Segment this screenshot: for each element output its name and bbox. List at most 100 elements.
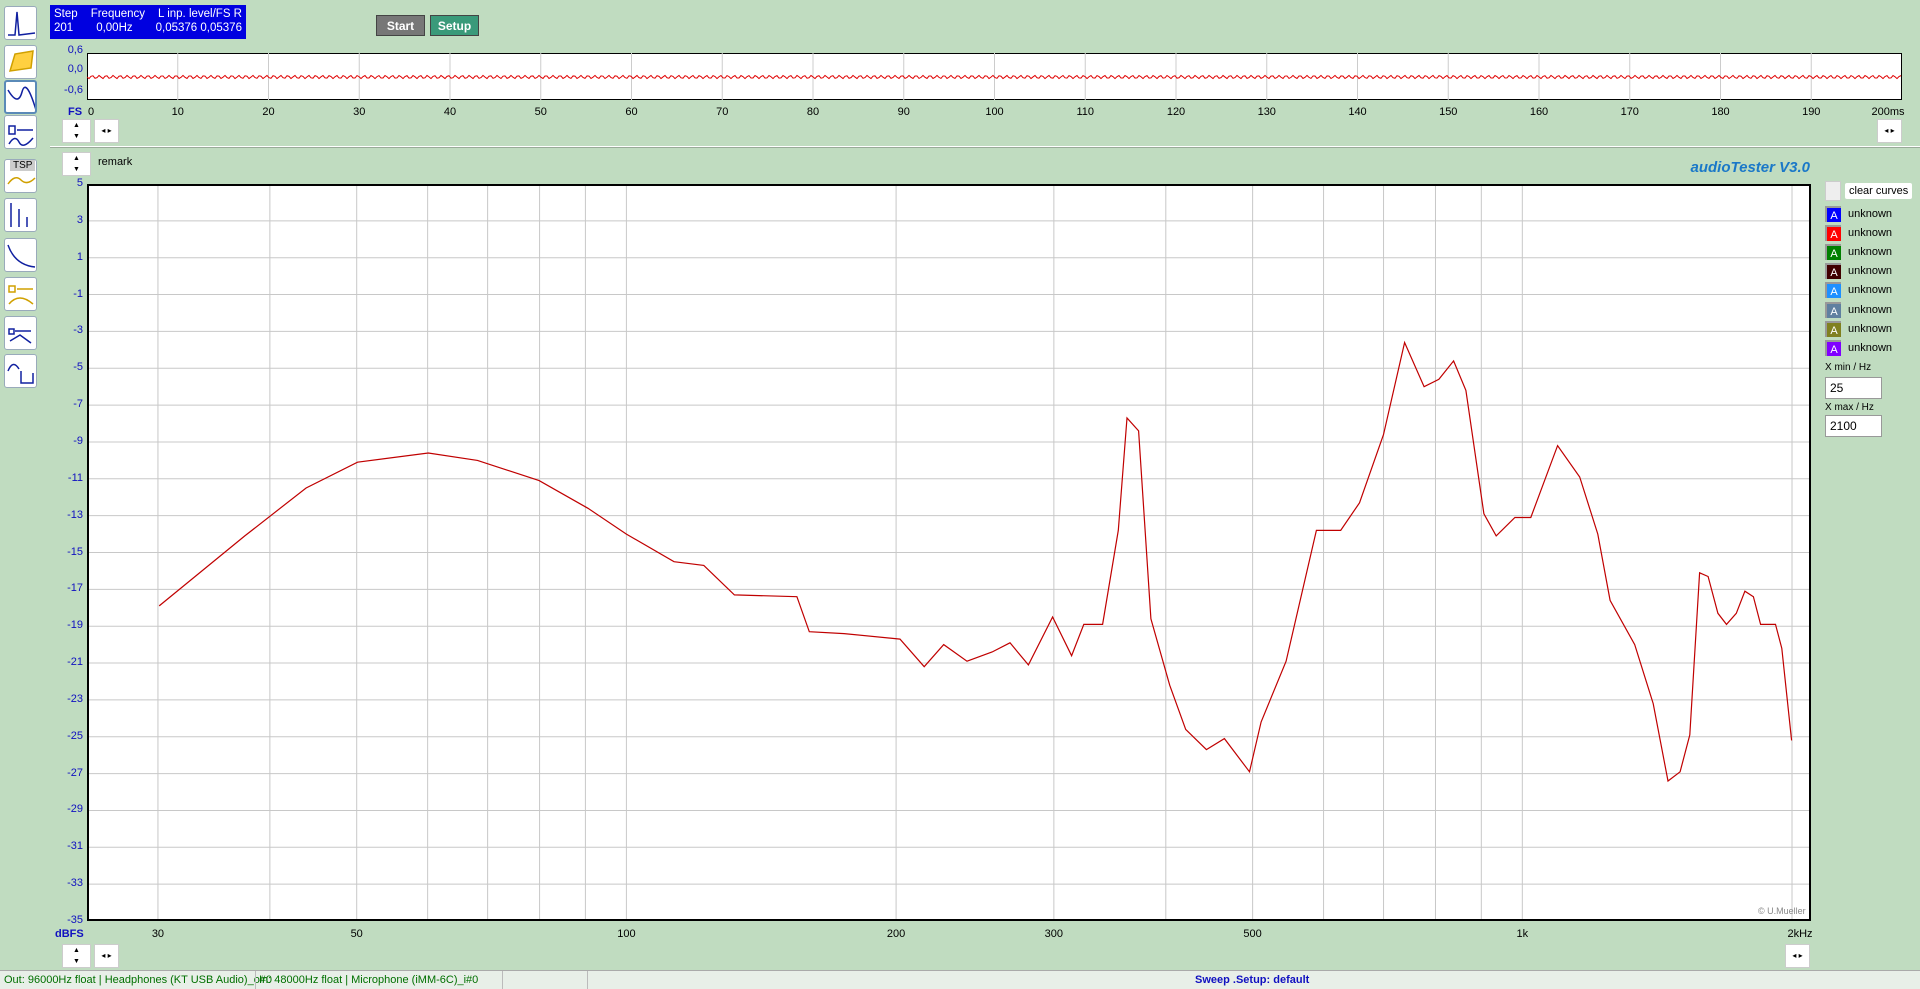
- scope-x-tick-label: 70: [716, 106, 729, 118]
- waterfall-icon[interactable]: [4, 45, 37, 79]
- x-tick-label: 30: [151, 928, 165, 940]
- legend-label: unknown: [1848, 207, 1893, 220]
- input-device-status: In: 48000Hz float | Microphone (iMM-6C)_…: [259, 974, 479, 986]
- scope-x-tick-label: 200ms: [1871, 106, 1905, 118]
- x-tick-label: 50: [350, 928, 363, 940]
- curve-color-swatch[interactable]: A: [1825, 205, 1841, 222]
- chart-x-scroll[interactable]: ◂ ▸: [94, 944, 119, 968]
- curve-color-swatch[interactable]: A: [1825, 263, 1841, 280]
- xmin-input[interactable]: [1825, 377, 1882, 399]
- app-title: audioTester V3.0: [1690, 159, 1811, 176]
- y-tick-label: 1: [76, 250, 83, 263]
- scope-x-scroll[interactable]: ◂ ▸: [94, 119, 119, 143]
- y-tick-label: -19: [67, 619, 83, 632]
- legend-item[interactable]: Aunknown: [1825, 339, 1892, 356]
- y-tick-label: -7: [73, 398, 83, 411]
- remark-spinner[interactable]: ▲ ▼: [62, 152, 91, 176]
- curve-color-swatch[interactable]: A: [1825, 224, 1841, 241]
- scope-unit-label: FS: [68, 106, 83, 118]
- legend-item[interactable]: Aunknown: [1825, 320, 1892, 337]
- scope-x-tick-label: 40: [443, 106, 457, 118]
- scope-x-tick-label: 120: [1166, 106, 1186, 118]
- scope-x-tick-label: 0: [87, 106, 95, 118]
- xmin-label: X min / Hz: [1825, 362, 1872, 373]
- curve-color-swatch[interactable]: A: [1825, 243, 1841, 260]
- chart-y-spinner[interactable]: ▲ ▼: [62, 944, 91, 968]
- scope-x-scroll-right[interactable]: ◂ ▸: [1877, 119, 1902, 143]
- start-button[interactable]: Start: [376, 15, 425, 36]
- speaker-waterfall-icon[interactable]: [4, 316, 37, 350]
- step-label: Step: [54, 8, 78, 20]
- y-tick-label: -5: [73, 361, 83, 374]
- y-tick-label: 3: [76, 213, 83, 226]
- distortion-icon[interactable]: [4, 198, 37, 232]
- scope-y-tick-label: 0,0: [67, 63, 83, 75]
- curve-color-swatch[interactable]: A: [1825, 339, 1841, 356]
- curve-color-swatch[interactable]: A: [1825, 282, 1841, 299]
- y-tick-label: -1: [73, 287, 83, 300]
- clear-curves-checkbox[interactable]: [1825, 180, 1841, 201]
- curve-color-swatch[interactable]: A: [1825, 320, 1841, 337]
- scope-x-tick-label: 10: [171, 106, 184, 118]
- y-tick-label: -9: [73, 434, 83, 447]
- legend-label: unknown: [1848, 284, 1893, 297]
- frequency-value: 0,00Hz: [96, 22, 133, 34]
- legend-label: unknown: [1848, 303, 1893, 316]
- spectrum-icon[interactable]: [4, 6, 37, 40]
- legend-item[interactable]: Aunknown: [1825, 282, 1892, 299]
- frequency-response-icon[interactable]: [4, 80, 37, 114]
- legend-label: unknown: [1848, 226, 1893, 239]
- oscilloscope-icon[interactable]: [4, 354, 37, 388]
- clear-curves-button[interactable]: clear curves: [1845, 182, 1913, 199]
- scope-x-tick-label: 160: [1529, 106, 1549, 118]
- chart-x-scroll-right[interactable]: ◂ ▸: [1785, 944, 1810, 968]
- output-device-status: Out: 96000Hz float | Headphones (KT USB …: [4, 974, 273, 986]
- y-tick-label: -21: [67, 656, 83, 669]
- legend-item[interactable]: Aunknown: [1825, 205, 1892, 222]
- y-tick-label: -31: [67, 840, 83, 853]
- level-l-value: 0,05376: [155, 22, 198, 34]
- y-tick-label: -25: [67, 729, 83, 742]
- legend-label: unknown: [1848, 245, 1893, 258]
- tsp-label: TSP: [10, 160, 36, 171]
- filter-icon[interactable]: [4, 238, 37, 272]
- scope-x-tick-label: 150: [1439, 106, 1458, 118]
- speaker-impedance-icon[interactable]: [4, 115, 37, 149]
- legend-item[interactable]: Aunknown: [1825, 224, 1892, 241]
- legend-item[interactable]: Aunknown: [1825, 263, 1892, 280]
- frequency-label: Frequency: [90, 8, 146, 20]
- scope-x-tick-label: 190: [1802, 106, 1821, 118]
- x-tick-label: 100: [617, 928, 636, 940]
- y-tick-label: -27: [67, 766, 83, 779]
- x-tick-label: 1k: [1516, 928, 1529, 940]
- sweep-setup-status: Sweep .Setup: default: [1195, 974, 1310, 986]
- level-r-value: 0,05376: [200, 22, 242, 34]
- tsp-icon[interactable]: TSP: [4, 159, 37, 193]
- scope-y-spinner[interactable]: ▲ ▼: [62, 119, 91, 143]
- speaker-thiele-icon[interactable]: [4, 277, 37, 311]
- y-tick-label: -11: [67, 471, 83, 484]
- x-tick-label: 2kHz: [1787, 928, 1813, 940]
- level-label: L inp. level/FS R: [158, 8, 242, 20]
- time-scope-plot: [87, 53, 1902, 100]
- step-value: 201: [54, 22, 74, 34]
- measurement-info-panel: Step Frequency L inp. level/FS R 201 0,00Hz…: [50, 5, 246, 39]
- y-tick-label: -35: [67, 914, 83, 926]
- scope-x-tick-label: 20: [262, 106, 275, 118]
- legend-item[interactable]: Aunknown: [1825, 301, 1892, 318]
- y-tick-label: -15: [67, 545, 83, 558]
- scope-x-tick-label: 180: [1711, 106, 1730, 118]
- y-tick-label: 5: [76, 177, 83, 189]
- setup-button[interactable]: Setup: [430, 15, 479, 36]
- scope-x-tick-label: 30: [353, 106, 366, 118]
- scope-x-tick-label: 130: [1257, 106, 1276, 118]
- y-tick-label: -13: [67, 508, 83, 521]
- x-tick-label: 200: [886, 928, 906, 940]
- curve-color-swatch[interactable]: A: [1825, 301, 1841, 318]
- xmax-input[interactable]: [1825, 415, 1882, 437]
- scope-x-tick-label: 100: [985, 106, 1004, 118]
- legend-item[interactable]: Aunknown: [1825, 243, 1892, 260]
- y-tick-label: -3: [73, 324, 83, 337]
- y-axis-unit: dBFS: [55, 928, 84, 940]
- y-tick-label: -29: [67, 803, 83, 816]
